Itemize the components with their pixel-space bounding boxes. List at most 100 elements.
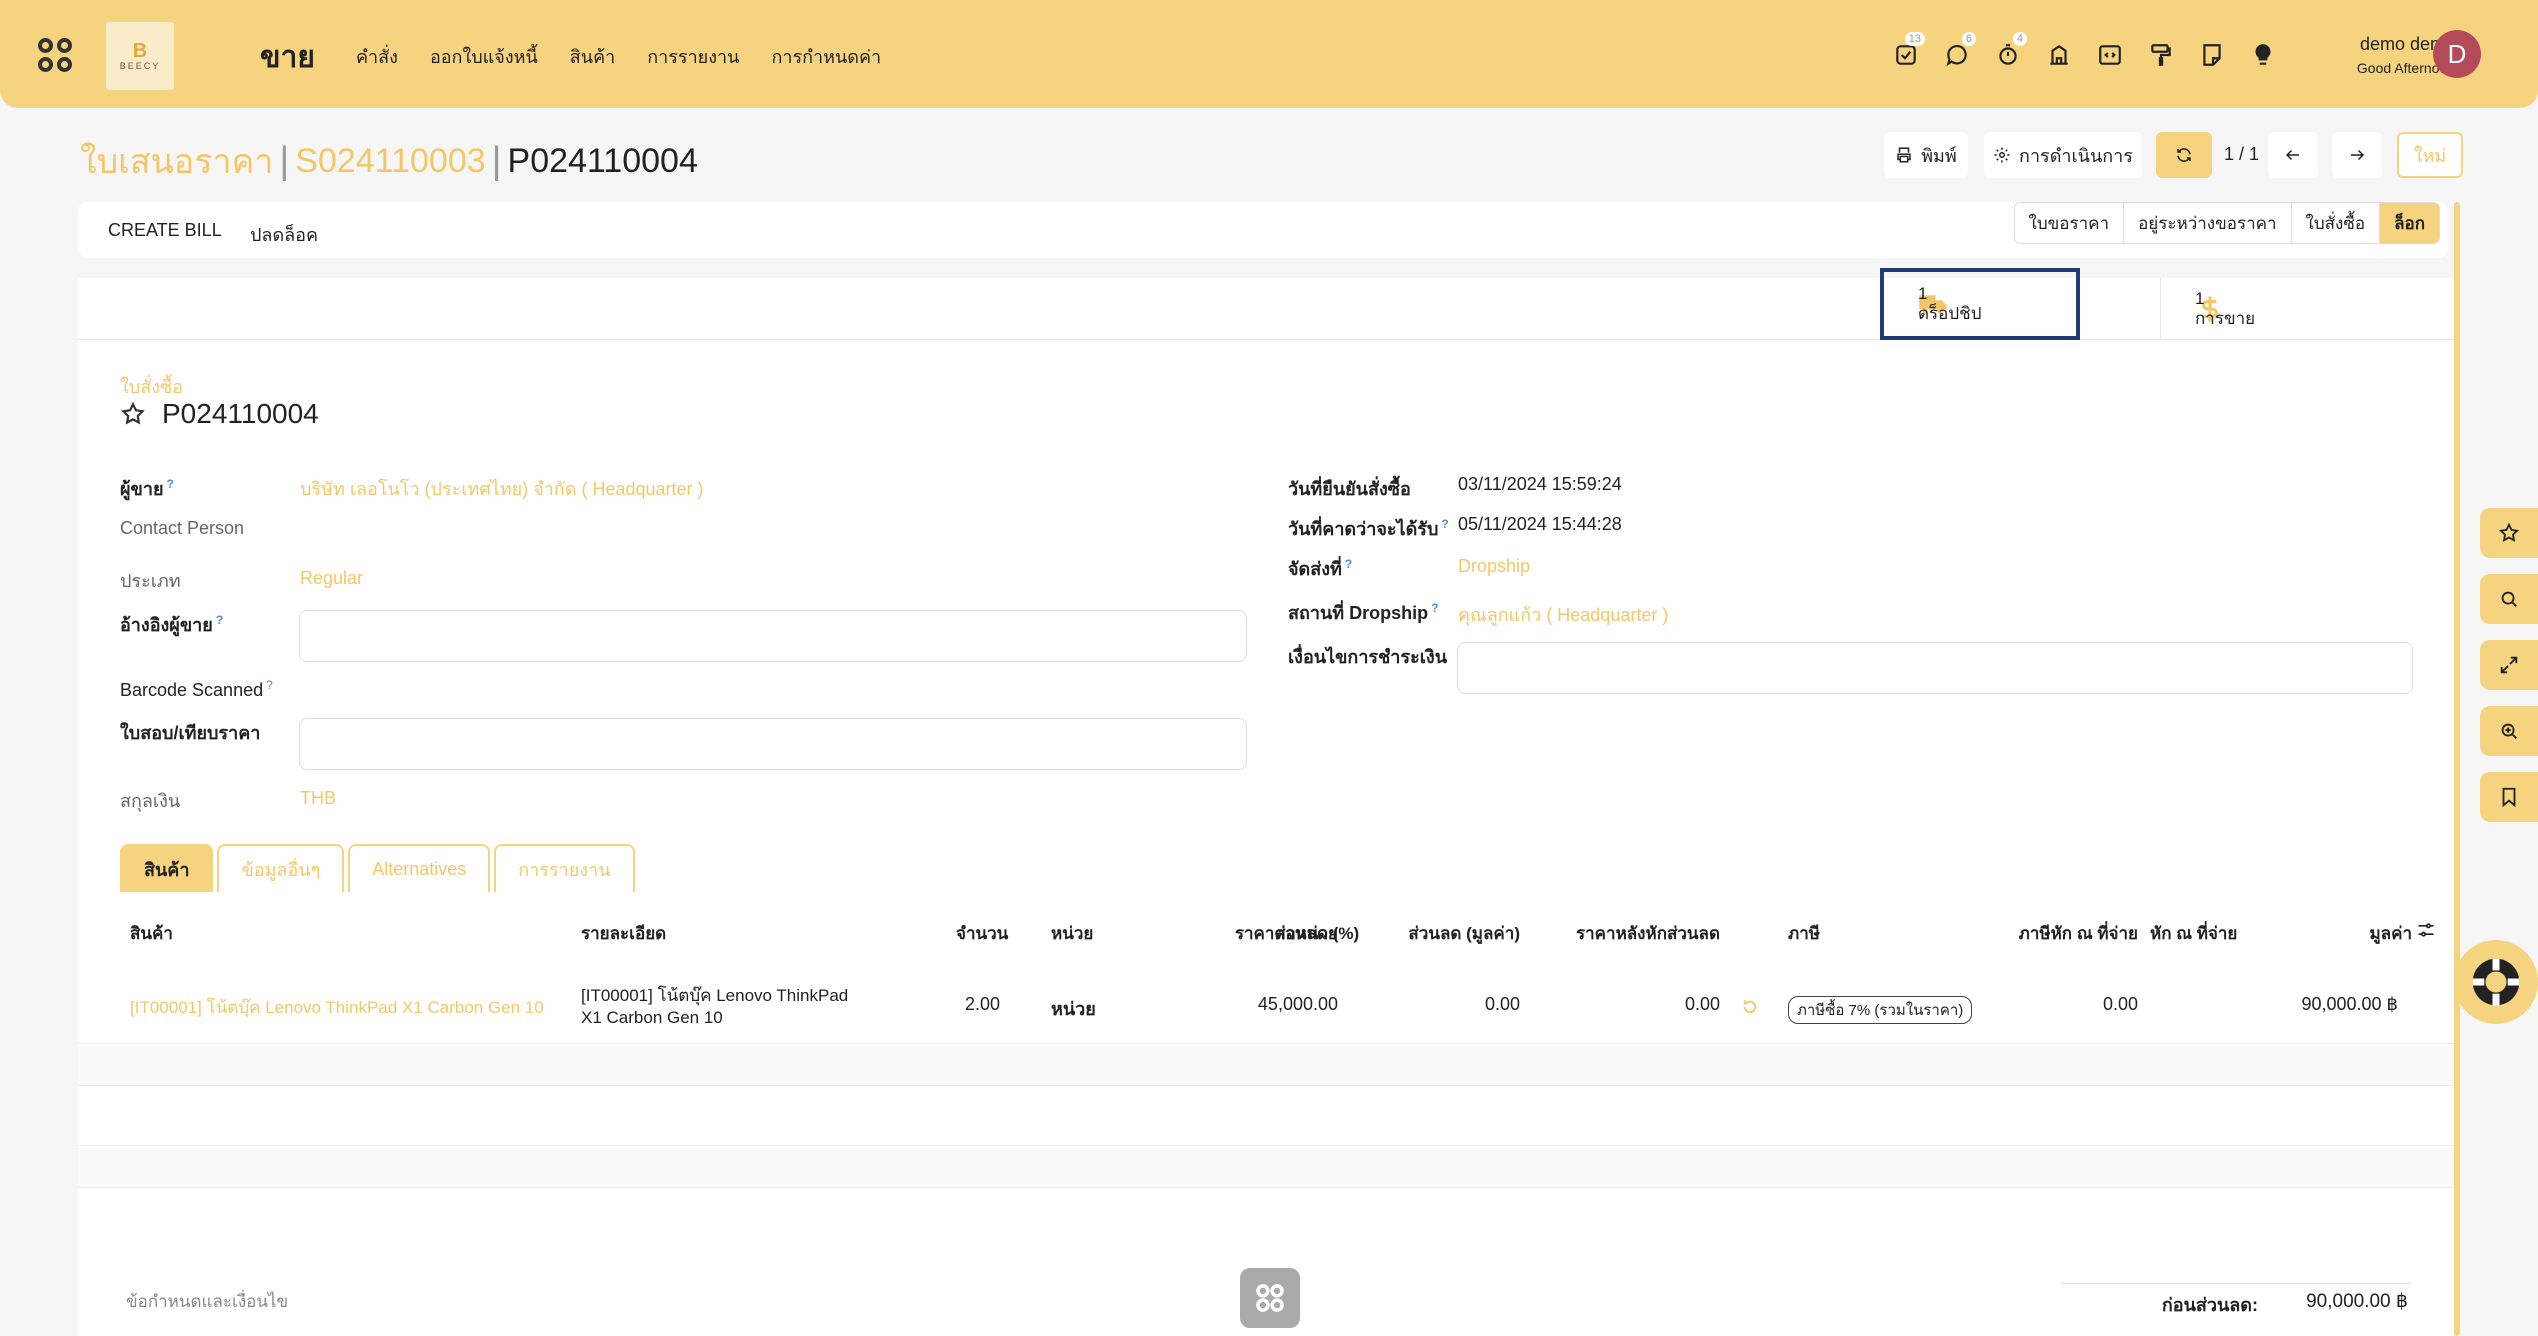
reset-icon[interactable] [1741,998,1759,1016]
activity-icon[interactable]: 13 [1890,32,1925,72]
pager-previous-button[interactable] [2268,132,2318,178]
empty-line-row[interactable] [78,1046,2454,1086]
breadcrumb-separator: | [491,139,502,182]
breadcrumb-root[interactable]: ใบเสนอราคา [80,134,273,188]
column-header-wht-tax[interactable]: ภาษีหัก ณ ที่จ่าย [1948,920,2138,947]
tab-reporting[interactable]: การรายงาน [494,844,635,892]
payment-terms-input[interactable] [1457,642,2413,694]
line-description-2[interactable]: X1 Carbon Gen 10 [581,1008,723,1028]
gear-icon [1994,147,2010,163]
zoom-tool-button[interactable] [2480,706,2538,756]
column-header-discount-percent[interactable]: ส่วนลด (%) [1275,920,1359,947]
vendor-reference-input[interactable] [299,610,1247,662]
confirm-date-field[interactable]: 03/11/2024 15:59:24 [1458,474,1622,495]
expand-tool-button[interactable] [2480,640,2538,690]
tab-products[interactable]: สินค้า [120,844,214,892]
column-header-description[interactable]: รายละเอียด [581,920,666,947]
help-button[interactable] [2454,940,2538,1024]
stage-rfq[interactable]: ใบขอราคา [2014,203,2124,243]
create-bill-button[interactable]: CREATE BILL [108,220,222,241]
stage-locked[interactable]: ล็อก [2379,203,2439,243]
rfq-comparison-input[interactable] [299,718,1247,770]
dropship-smart-button[interactable]: 1 ดร็อปชิป [1880,268,2080,340]
expected-date-field[interactable]: 05/11/2024 15:44:28 [1458,514,1622,535]
line-unit-price[interactable]: 45,000.00 [1158,994,1338,1015]
sales-smart-button[interactable]: 1 การขาย [2160,278,2454,340]
vendor-label: ผู้ขาย? [120,477,174,499]
unlock-button[interactable]: ปลดล็อค [250,220,318,249]
menu-item-invoicing[interactable]: ออกใบแจ้งหนี้ [430,42,538,71]
action-button[interactable]: การดำเนินการ [1984,132,2142,178]
dropship-address-field[interactable]: คุณลูกแก้ว ( Headquarter ) [1458,600,1668,629]
confirm-date-label: วันที่ยืนยันสั่งซื้อ [1288,479,1411,499]
column-header-subtotal[interactable]: มูลค่า [2318,920,2412,947]
menu-item-orders[interactable]: คำสั่ง [356,42,398,71]
rfq-comparison-label: ใบสอบ/เทียบราคา [120,723,261,743]
bookmark-icon [2502,787,2516,808]
page-title: P024110004 [120,398,319,430]
line-wht[interactable]: 0.00 [1948,994,2138,1015]
currency-field[interactable]: THB [300,788,336,809]
pager-value[interactable]: 1 / 1 [2224,144,2259,165]
arrow-right-icon [2351,149,2365,161]
line-uom[interactable]: หน่วย [1051,994,1096,1023]
company-switch-icon[interactable] [2043,38,2074,72]
vendor-field[interactable]: บริษัท เลอโนโว (ประเทศไทย) จำกัด ( Headq… [300,474,704,503]
breadcrumb-current: P024110004 [507,141,698,180]
column-header-taxes[interactable]: ภาษี [1788,920,1820,947]
messages-icon[interactable]: 6 [1941,32,1976,72]
deliver-to-field[interactable]: Dropship [1458,556,1530,577]
stage-rfq-sent[interactable]: อยู่ระหว่างขอราคา [2123,203,2291,243]
menu-item-configuration[interactable]: การกำหนดค่า [771,42,881,71]
breadcrumb-parent[interactable]: S024110003 [295,142,485,181]
print-button[interactable]: พิมพ์ [1884,132,1968,178]
tab-other-info[interactable]: ข้อมูลอื่นๆ [217,844,345,892]
bookmark-tool-button[interactable] [2480,772,2538,822]
stage-purchase-order[interactable]: ใบสั่งซื้อ [2290,203,2380,243]
order-lines-header: สินค้า รายละเอียด จำนวน หน่วย ราคาต่อหน่… [78,898,2454,960]
type-label: ประเภท [120,571,181,591]
star-icon[interactable] [120,401,146,427]
before-discount-value: 90,000.00 ฿ [2306,1291,2408,1312]
tab-alternatives[interactable]: Alternatives [348,844,491,892]
menu-item-reporting[interactable]: การรายงาน [647,42,739,71]
column-header-withholding[interactable]: หัก ณ ที่จ่าย [2150,920,2237,947]
line-price-after-discount[interactable]: 0.00 [1538,994,1720,1015]
line-description-1[interactable]: [IT00001] โน้ตบุ๊ค Lenovo ThinkPad [581,982,848,1009]
table-row[interactable]: [IT00001] โน้ตบุ๊ค Lenovo ThinkPad X1 Ca… [78,960,2454,1044]
code-icon[interactable] [2094,38,2125,72]
search-tool-button[interactable] [2480,574,2538,624]
app-title[interactable]: ขาย [260,34,315,81]
line-quantity[interactable]: 2.00 [918,994,1000,1015]
favorite-tool-button[interactable] [2480,508,2538,558]
empty-line-row[interactable] [78,1148,2454,1188]
column-header-product[interactable]: สินค้า [130,920,173,947]
app-menu-icon[interactable] [38,38,76,76]
messages-badge: 6 [1961,32,1976,46]
bottom-app-switcher[interactable] [1240,1268,1300,1328]
line-product[interactable]: [IT00001] โน้ตบุ๊ค Lenovo ThinkPad X1 Ca… [130,994,544,1021]
record-name: P024110004 [162,398,319,429]
type-field[interactable]: Regular [300,568,363,589]
column-header-price-after-discount[interactable]: ราคาหลังหักส่วนลด [1538,920,1720,947]
lightbulb-icon[interactable] [2247,38,2278,72]
terms-and-conditions-field[interactable]: ข้อกำหนดและเงื่อนไข [126,1288,288,1315]
menu-item-products[interactable]: สินค้า [570,42,615,71]
column-header-discount-amount[interactable]: ส่วนลด (มูลค่า) [1358,920,1520,947]
note-icon[interactable] [2196,38,2227,72]
empty-line-row[interactable] [78,1086,2454,1146]
column-header-uom[interactable]: หน่วย [1051,920,1093,947]
timer-icon[interactable]: 4 [1992,32,2027,72]
optional-columns-icon[interactable] [2416,920,2436,940]
column-header-quantity[interactable]: จำนวน [956,920,1008,947]
line-tax-badge[interactable]: ภาษีซื้อ 7% (รวมในราคา) [1788,996,1973,1024]
company-logo[interactable]: B BEECY [106,22,174,90]
new-button[interactable]: ใหม่ [2397,132,2463,178]
notebook-tabs: สินค้า ข้อมูลอื่นๆ Alternatives การรายงา… [120,844,635,892]
paint-roller-icon[interactable] [2145,38,2176,72]
vendor-reference-label: อ้างอิงผู้ขาย? [120,613,224,635]
avatar[interactable]: D [2433,30,2481,78]
pager-next-button[interactable] [2332,132,2382,178]
discard-changes-button[interactable] [2156,132,2212,178]
line-discount-amount[interactable]: 0.00 [1358,994,1520,1015]
